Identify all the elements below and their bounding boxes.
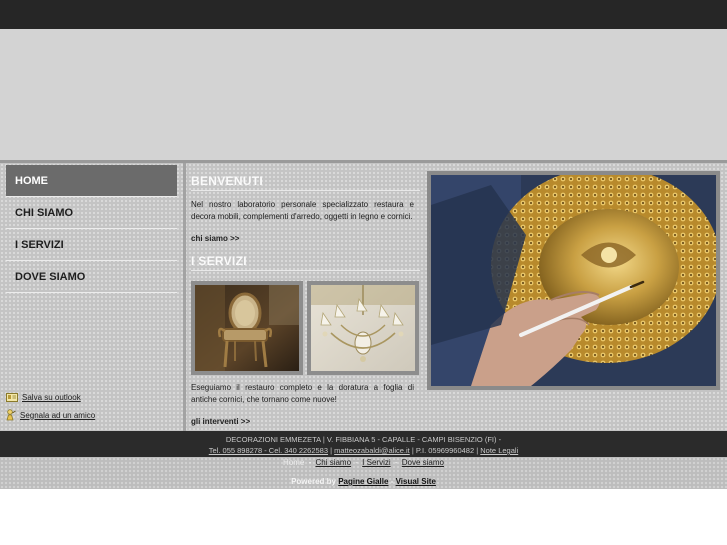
footer-address: DECORAZIONI EMMEZETA | V. FIBBIANA 5 - C… xyxy=(225,435,502,444)
chair-thumbnail[interactable] xyxy=(191,281,303,375)
gilding-hero-image xyxy=(431,175,716,386)
footer: DECORAZIONI EMMEZETA | V. FIBBIANA 5 - C… xyxy=(0,431,727,457)
chandelier-image xyxy=(311,285,415,371)
hero-image-frame xyxy=(427,171,720,390)
bottom-nav: Home - Chi siamo - I Servizi - Dove siam… xyxy=(0,457,727,468)
main-nav: HOME CHI SIAMO I SERVIZI DOVE SIAMO xyxy=(6,165,177,293)
bottom-nav-services[interactable]: I Servizi xyxy=(362,458,390,467)
bottom-nav-sep: - xyxy=(355,458,361,467)
recommend-friend-link[interactable]: Segnala ad un amico xyxy=(6,409,95,421)
top-bar xyxy=(0,0,727,29)
save-outlook-label: Salva su outlook xyxy=(22,393,81,402)
bottom-nav-home[interactable]: Home xyxy=(283,458,304,467)
pagine-gialle-link[interactable]: Pagine Gialle xyxy=(338,477,388,486)
about-more-link[interactable]: chi siamo >> xyxy=(191,234,239,243)
bottom-nav-where[interactable]: Dove siamo xyxy=(402,458,444,467)
footer-vat: | P.I. 05969960482 | xyxy=(411,446,479,455)
services-title: I SERVIZI xyxy=(191,253,420,271)
bottom-nav-about[interactable]: Chi siamo xyxy=(315,458,351,467)
page: HOME CHI SIAMO I SERVIZI DOVE SIAMO Salv… xyxy=(0,0,727,545)
welcome-text: Nel nostro laboratorio personale special… xyxy=(191,200,414,221)
column-divider xyxy=(183,163,186,431)
content-area: HOME CHI SIAMO I SERVIZI DOVE SIAMO Salv… xyxy=(0,160,727,431)
nav-item-home[interactable]: HOME xyxy=(6,165,177,197)
chair-image xyxy=(195,285,299,371)
bottom-nav-sep: - xyxy=(394,458,400,467)
visual-site-link[interactable]: Visual Site xyxy=(396,477,436,486)
header-banner xyxy=(0,29,727,160)
nav-item-dove-siamo[interactable]: DOVE SIAMO xyxy=(6,261,177,293)
sub-footer: Home - Chi siamo - I Servizi - Dove siam… xyxy=(0,457,727,489)
recommend-friend-label: Segnala ad un amico xyxy=(20,410,96,420)
bottom-nav-sep: - xyxy=(308,458,314,467)
recommend-icon xyxy=(6,409,16,421)
footer-phone-link[interactable]: Tel. 055 898278 - Cel. 340 2262583 xyxy=(209,446,328,455)
footer-contacts: Tel. 055 898278 - Cel. 340 2262583 | mat… xyxy=(0,445,727,456)
powered-by: Powered by Pagine Gialle - Visual Site xyxy=(0,477,727,487)
save-outlook-link[interactable]: Salva su outlook xyxy=(6,393,81,402)
powered-sep: - xyxy=(390,477,394,486)
welcome-title: BENVENUTI xyxy=(191,173,420,191)
nav-item-chi-siamo[interactable]: CHI SIAMO xyxy=(6,197,177,229)
chandelier-thumbnail[interactable] xyxy=(307,281,419,375)
services-text: Eseguiamo il restauro completo e la dora… xyxy=(191,383,414,404)
nav-item-servizi[interactable]: I SERVIZI xyxy=(6,229,177,261)
sidebar: HOME CHI SIAMO I SERVIZI DOVE SIAMO Salv… xyxy=(0,163,183,431)
services-more-link[interactable]: gli interventi >> xyxy=(191,417,250,426)
powered-by-label: Powered by xyxy=(291,477,336,486)
vcard-icon xyxy=(6,393,18,402)
footer-email-link[interactable]: matteozabaldi@alice.it xyxy=(334,446,410,455)
footer-legal-link[interactable]: Note Legali xyxy=(480,446,518,455)
